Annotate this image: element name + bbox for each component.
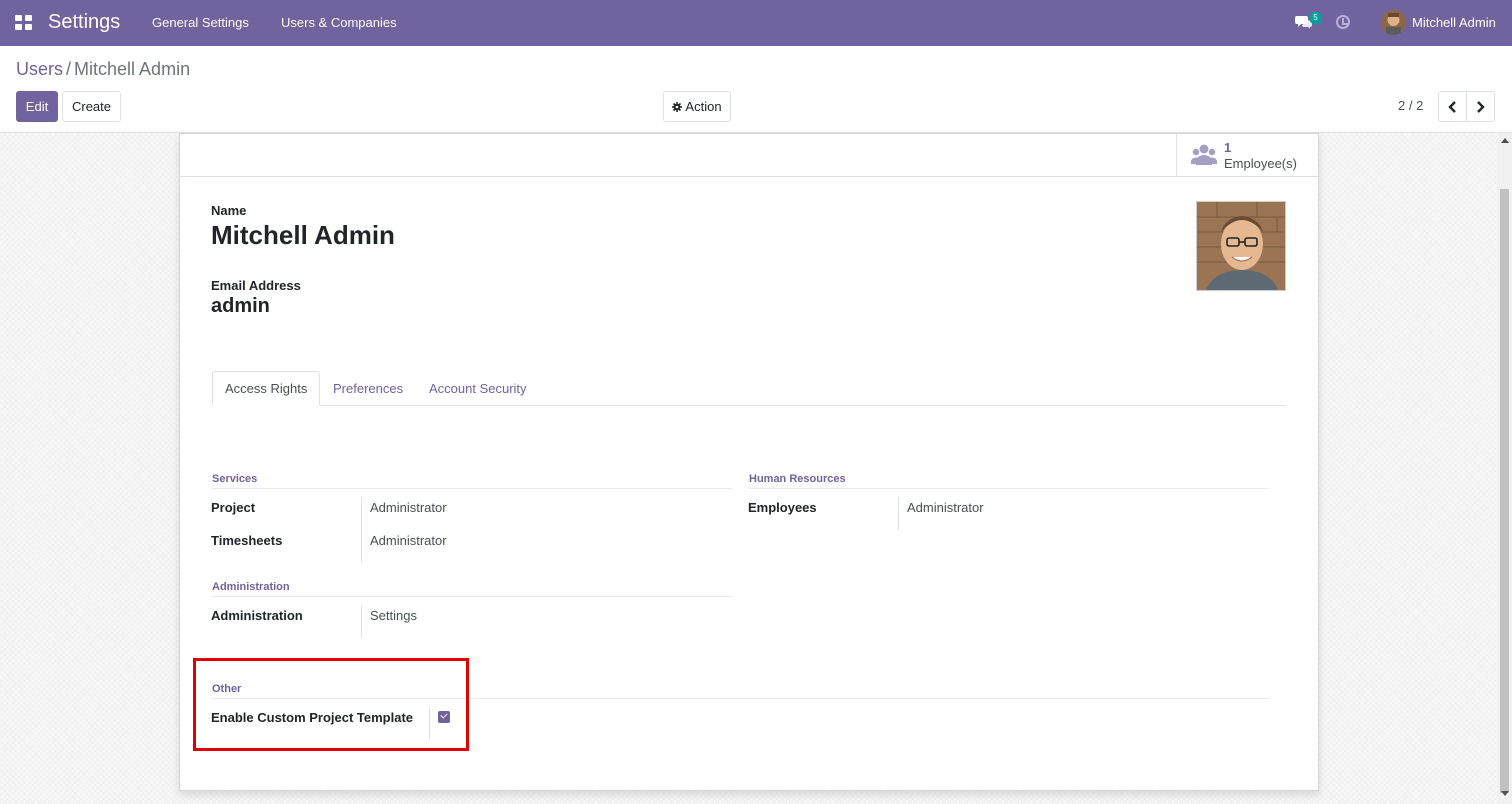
field-divider: [898, 497, 899, 530]
edit-button[interactable]: Edit: [16, 91, 58, 122]
button-box: 1 Employee(s): [180, 134, 1318, 177]
user-photo: [1196, 201, 1286, 291]
chevron-right-icon: [1477, 100, 1485, 113]
create-button[interactable]: Create: [62, 91, 121, 122]
field-value-timesheets[interactable]: Administrator: [370, 533, 447, 548]
top-navbar: Settings General Settings Users & Compan…: [0, 0, 1512, 46]
email-label: Email Address: [211, 278, 301, 293]
employees-count: 1: [1224, 140, 1232, 155]
breadcrumb-users-link[interactable]: Users: [16, 59, 63, 79]
scroll-up-arrow[interactable]: [1501, 138, 1509, 143]
action-button[interactable]: Action: [663, 91, 731, 122]
control-panel: Users / Mitchell Admin Edit Create Action …: [0, 46, 1512, 133]
field-divider: [361, 497, 362, 563]
tab-access-rights[interactable]: Access Rights: [212, 371, 321, 406]
tab-preferences[interactable]: Preferences: [321, 371, 415, 406]
users-icon: [1191, 144, 1217, 165]
vertical-scrollbar[interactable]: [1497, 133, 1512, 804]
field-label-employees: Employees: [748, 500, 817, 515]
breadcrumb-separator: /: [66, 59, 72, 79]
pager-next-button[interactable]: [1466, 91, 1495, 122]
breadcrumb: Users / Mitchell Admin: [16, 59, 190, 80]
field-label-timesheets: Timesheets: [211, 533, 283, 548]
menu-general-settings[interactable]: General Settings: [152, 15, 249, 30]
clock-icon[interactable]: [1336, 15, 1350, 29]
breadcrumb-current: Mitchell Admin: [74, 59, 191, 79]
notebook-tabs: Access Rights Preferences Account Securi…: [212, 371, 1286, 406]
chat-badge: 5: [1309, 12, 1322, 24]
employees-label: Employee(s): [1224, 156, 1297, 171]
user-menu-name[interactable]: Mitchell Admin: [1412, 15, 1496, 30]
group-title-administration: Administration: [212, 581, 732, 597]
scroll-down-arrow[interactable]: [1501, 791, 1509, 796]
field-value-project[interactable]: Administrator: [370, 500, 447, 515]
scroll-thumb[interactable]: [1500, 189, 1509, 793]
chevron-left-icon: [1448, 100, 1456, 113]
group-title-human-resources: Human Resources: [749, 473, 1269, 489]
field-divider: [361, 605, 362, 638]
pager-value[interactable]: 2 / 2: [1398, 98, 1423, 113]
name-label: Name: [211, 203, 247, 218]
action-label: Action: [685, 99, 722, 114]
group-title-services: Services: [212, 473, 732, 489]
field-label-administration: Administration: [211, 608, 303, 623]
name-value: Mitchell Admin: [211, 220, 395, 250]
employees-stat-button[interactable]: 1 Employee(s): [1176, 134, 1318, 176]
tab-account-security[interactable]: Account Security: [417, 371, 539, 406]
user-avatar[interactable]: [1381, 10, 1406, 35]
field-label-project: Project: [211, 500, 256, 515]
highlight-box: [193, 658, 469, 751]
field-value-administration[interactable]: Settings: [370, 608, 417, 623]
email-value: admin: [211, 295, 270, 317]
menu-users-companies[interactable]: Users & Companies: [281, 15, 397, 30]
field-value-employees[interactable]: Administrator: [907, 500, 984, 515]
gear-icon: [672, 101, 683, 112]
app-name[interactable]: Settings: [48, 11, 120, 34]
apps-grid-icon[interactable]: [15, 15, 32, 30]
pager-previous-button[interactable]: [1438, 91, 1467, 122]
